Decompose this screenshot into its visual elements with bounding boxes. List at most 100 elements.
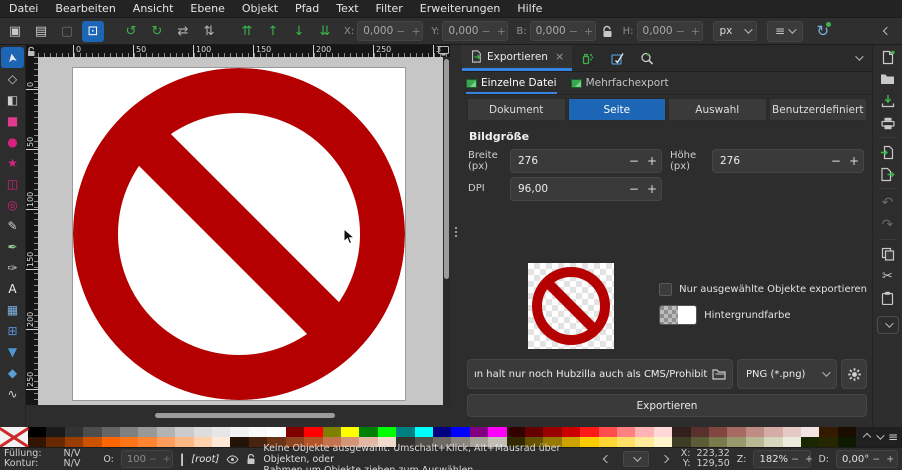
zoom-minus-button[interactable]: −	[788, 454, 802, 465]
width-field[interactable]: 0,000 − +	[530, 21, 596, 41]
palette-swatch[interactable]	[635, 437, 653, 447]
palette-swatch[interactable]	[819, 427, 837, 437]
pencil-tool[interactable]: ✎	[1, 215, 24, 236]
shape-builder-tool[interactable]: ◧	[1, 89, 24, 110]
rotate-cw-icon[interactable]: ↻	[146, 21, 168, 42]
palette-swatch[interactable]	[230, 437, 248, 447]
find-replace-dialog-icon[interactable]	[632, 45, 662, 71]
rotation-minus-button[interactable]: −	[869, 454, 883, 465]
close-icon[interactable]: ×	[555, 50, 564, 63]
box3d-tool[interactable]: ◫	[1, 173, 24, 194]
tab-mehrfachexport[interactable]: Mehrfachexport	[571, 72, 669, 94]
display-mode-icon[interactable]	[438, 46, 449, 56]
new-document-icon[interactable]	[878, 49, 898, 65]
rotation-plus-button[interactable]: +	[883, 454, 897, 465]
palette-swatch[interactable]	[635, 427, 653, 437]
snap-toggle-icon[interactable]: ↻	[817, 22, 830, 40]
palette-swatch[interactable]	[46, 427, 64, 437]
palette-swatch[interactable]	[691, 437, 709, 447]
palette-swatch[interactable]	[323, 427, 341, 437]
palette-swatch[interactable]	[727, 437, 745, 447]
palette-swatch[interactable]	[727, 427, 745, 437]
palette-swatch[interactable]	[65, 437, 83, 447]
palette-swatch[interactable]	[102, 437, 120, 447]
format-select[interactable]: PNG (*.png)	[737, 359, 837, 389]
palette-swatch[interactable]	[46, 437, 64, 447]
toolbar-options-button[interactable]: ≡	[767, 21, 803, 42]
gradient-tool[interactable]: ▦	[1, 299, 24, 320]
palette-swatch[interactable]	[488, 427, 506, 437]
palette-swatch[interactable]	[286, 427, 304, 437]
raise-icon[interactable]: ↑	[262, 21, 284, 42]
export-settings-button[interactable]	[841, 359, 867, 389]
paint-bucket-tool[interactable]: ◆	[1, 362, 24, 383]
x-plus-button[interactable]: +	[409, 25, 424, 38]
opacity-field[interactable]: 100 − +	[121, 450, 173, 468]
node-tool[interactable]: ◇	[1, 68, 24, 89]
palette-swatch[interactable]	[746, 427, 764, 437]
height-plus-button[interactable]: +	[845, 154, 863, 168]
menu-filter[interactable]: Filter	[376, 2, 403, 15]
y-field[interactable]: 0,000 − +	[442, 21, 508, 41]
rotate-ccw-icon[interactable]: ↺	[120, 21, 142, 42]
vertical-ruler[interactable]: 050100150200250	[26, 57, 38, 405]
palette-swatch[interactable]	[783, 437, 801, 447]
select-all-layers-icon[interactable]: ▤	[30, 21, 52, 42]
width-plus-button[interactable]: +	[581, 25, 596, 38]
opacity-plus-button[interactable]: +	[160, 454, 174, 465]
palette-swatch[interactable]	[709, 437, 727, 447]
canvas-viewport[interactable]	[38, 57, 443, 405]
palette-scroll-up-icon[interactable]	[863, 433, 871, 441]
flip-horizontal-icon[interactable]: ⇄	[172, 21, 194, 42]
area-auswahl-button[interactable]: Auswahl	[668, 98, 767, 121]
layer-visibility-icon[interactable]	[226, 455, 239, 464]
prev-page-button[interactable]	[598, 451, 616, 467]
collapse-snap-toolbar-button[interactable]	[876, 21, 898, 42]
width-plus-button[interactable]: +	[643, 154, 661, 168]
flip-vertical-icon[interactable]: ⇅	[198, 21, 220, 42]
deselect-icon[interactable]: ▢	[56, 21, 78, 42]
palette-swatch[interactable]	[562, 427, 580, 437]
prohibition-sign-object[interactable]	[73, 68, 405, 400]
palette-swatch[interactable]	[359, 427, 377, 437]
palette-swatch[interactable]	[28, 437, 46, 447]
only-selected-checkbox[interactable]	[659, 283, 672, 296]
menu-text[interactable]: Text	[336, 2, 358, 15]
export-icon[interactable]	[878, 166, 898, 182]
text-tool[interactable]: A	[1, 278, 24, 299]
area-benutzerdefiniert-button[interactable]: Benutzerdefiniert	[769, 98, 868, 121]
horizontal-ruler[interactable]: 0501001502002503	[38, 45, 450, 57]
horizontal-scrollbar[interactable]	[38, 412, 443, 419]
palette-swatch[interactable]	[267, 427, 285, 437]
area-dokument-button[interactable]: Dokument	[467, 98, 566, 121]
print-icon[interactable]	[878, 115, 898, 131]
palette-swatch[interactable]	[157, 437, 175, 447]
palette-swatch[interactable]	[157, 427, 175, 437]
palette-swatch[interactable]	[378, 427, 396, 437]
tweak-tool[interactable]: ∿	[1, 383, 24, 404]
ruler-corner[interactable]	[26, 45, 38, 57]
export-height-field[interactable]: 276 − +	[712, 149, 864, 173]
calligraphy-tool[interactable]: ✑	[1, 257, 24, 278]
palette-swatch[interactable]	[304, 427, 322, 437]
palette-swatch[interactable]	[654, 427, 672, 437]
palette-swatch[interactable]	[783, 427, 801, 437]
palette-swatch[interactable]	[599, 427, 617, 437]
palette-swatch[interactable]	[341, 427, 359, 437]
palette-swatch[interactable]	[230, 427, 248, 437]
palette-swatch[interactable]	[65, 427, 83, 437]
ellipse-tool[interactable]: ●	[1, 131, 24, 152]
save-document-icon[interactable]	[878, 93, 898, 109]
palette-swatch[interactable]	[396, 427, 414, 437]
width-minus-button[interactable]: −	[566, 25, 581, 38]
no-color-swatch[interactable]	[0, 427, 28, 447]
palette-swatch[interactable]	[83, 437, 101, 447]
current-layer-label[interactable]: [root]	[191, 454, 219, 465]
opacity-minus-button[interactable]: −	[146, 454, 160, 465]
height-minus-button[interactable]: −	[827, 154, 845, 168]
rectangle-tool[interactable]: ■	[1, 110, 24, 131]
palette-swatch[interactable]	[525, 427, 543, 437]
menu-erweiterungen[interactable]: Erweiterungen	[420, 2, 501, 15]
undo-icon[interactable]: ↶	[878, 195, 898, 211]
spiral-tool[interactable]: ◎	[1, 194, 24, 215]
